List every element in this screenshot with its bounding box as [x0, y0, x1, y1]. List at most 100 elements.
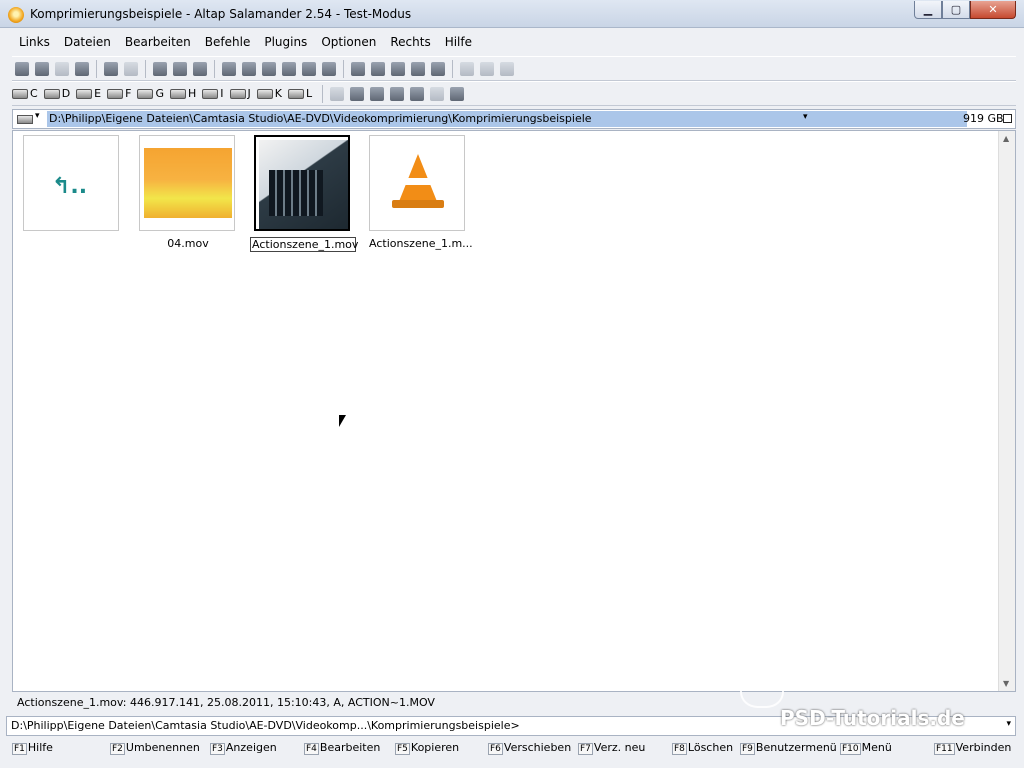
vlc-cone-base	[392, 200, 444, 208]
disconnect-icon[interactable]	[450, 86, 465, 101]
drive-j[interactable]: J	[229, 87, 251, 100]
file-item[interactable]: Actionszene_1.m...	[369, 135, 473, 250]
find-icon[interactable]	[351, 61, 365, 76]
fkey-f7[interactable]: F7 Verz. neu	[578, 741, 646, 755]
back-icon[interactable]	[35, 61, 49, 76]
video-thumbnail[interactable]	[139, 135, 235, 231]
up-dir-icon: ↰..	[52, 174, 88, 199]
view-mode-icon[interactable]	[431, 61, 445, 76]
drive-dropdown-icon[interactable]: ▾	[35, 111, 40, 121]
cut-icon[interactable]	[153, 61, 167, 76]
unpack-icon[interactable]	[242, 61, 256, 76]
download-icon[interactable]	[391, 61, 405, 76]
command-line-text: D:\Philipp\Eigene Dateien\Camtasia Studi…	[11, 719, 520, 732]
command-history-arrow-icon[interactable]: ▾	[1006, 719, 1011, 729]
file-panel[interactable]: ↰.. 04.mov Actionszene_1.mov Actionszene…	[12, 130, 1016, 692]
drive-icon	[43, 88, 60, 99]
fkey-f6[interactable]: F6 Verschieben	[488, 741, 571, 755]
fkey-label: Verz. neu	[593, 741, 646, 754]
vertical-scrollbar[interactable]: ▲ ▼	[998, 131, 1015, 691]
scroll-down-icon[interactable]: ▼	[1003, 679, 1009, 688]
file-item-up-dir[interactable]: ↰..	[23, 135, 121, 237]
drive-c[interactable]: C	[12, 87, 38, 100]
minimize-button[interactable]: ▁	[914, 1, 942, 19]
book-icon[interactable]	[460, 61, 474, 76]
documents-icon[interactable]	[330, 86, 345, 101]
maximize-icon: ▢	[950, 3, 962, 16]
command-prompt-icon[interactable]	[411, 61, 425, 76]
drive-d[interactable]: D	[43, 87, 70, 100]
sync-icon[interactable]	[302, 61, 316, 76]
panel-zoom-icon[interactable]	[1003, 114, 1012, 123]
drive-e[interactable]: E	[76, 87, 101, 100]
recycle-bin-icon[interactable]	[500, 61, 514, 76]
hot-paths-icon[interactable]	[75, 61, 89, 76]
toolbar-separator	[452, 59, 453, 78]
fkey-f11[interactable]: F11 Verbinden	[934, 741, 1011, 755]
network-drive-icon[interactable]	[370, 86, 385, 101]
drive-h[interactable]: H	[169, 87, 196, 100]
fkey-code: F5	[395, 743, 410, 755]
fkey-code: F10	[840, 743, 861, 755]
menu-rechts[interactable]: Rechts	[383, 33, 437, 53]
file-name: Actionszene_1.m...	[369, 237, 473, 250]
fkey-f3[interactable]: F3 Anzeigen	[210, 741, 277, 755]
properties-icon[interactable]	[262, 61, 276, 76]
minimize-icon: ▁	[923, 3, 933, 16]
monitor-icon[interactable]	[480, 61, 494, 76]
watermark: PSD-Tutorials.de	[780, 706, 965, 730]
parent-dir-icon[interactable]	[15, 61, 29, 76]
pack-icon[interactable]	[222, 61, 236, 76]
drive-icon[interactable]	[17, 115, 33, 124]
clipboard-icon[interactable]	[430, 86, 445, 101]
drive-icon	[169, 88, 186, 99]
fkey-f5[interactable]: F5 Kopieren	[395, 741, 459, 755]
menu-optionen[interactable]: Optionen	[314, 33, 383, 53]
current-path[interactable]: D:\Philipp\Eigene Dateien\Camtasia Studi…	[47, 111, 967, 127]
toolbar-separator	[145, 59, 146, 78]
filter-icon[interactable]	[104, 61, 118, 76]
butterfly-logo-icon	[740, 668, 784, 708]
menu-links[interactable]: Links	[12, 33, 57, 53]
file-item[interactable]: 04.mov	[139, 135, 237, 250]
fkey-f1[interactable]: F1 Hilfe	[12, 741, 53, 755]
plugin-fs-icon[interactable]	[390, 86, 405, 101]
menu-dateien[interactable]: Dateien	[57, 33, 118, 53]
network-icon[interactable]	[371, 61, 385, 76]
drive-f[interactable]: F	[107, 87, 131, 100]
salamander-app-icon[interactable]	[8, 7, 24, 23]
menu-bearbeiten[interactable]: Bearbeiten	[118, 33, 198, 53]
drive-g[interactable]: G	[137, 87, 164, 100]
menu-plugins[interactable]: Plugins	[257, 33, 314, 53]
free-space: 919 GB	[963, 112, 1004, 125]
fkey-code: F8	[672, 743, 687, 755]
forward-icon[interactable]	[55, 61, 69, 76]
compare-icon[interactable]	[282, 61, 296, 76]
change-attributes-icon[interactable]	[322, 61, 336, 76]
file-item-selected[interactable]: Actionszene_1.mov	[250, 135, 358, 252]
paste-icon[interactable]	[193, 61, 207, 76]
vlc-thumbnail[interactable]	[369, 135, 465, 231]
fkey-f9[interactable]: F9 Benutzermenü	[740, 741, 837, 755]
menu-befehle[interactable]: Befehle	[198, 33, 258, 53]
path-history-arrow-icon[interactable]: ▾	[803, 112, 808, 122]
scroll-up-icon[interactable]: ▲	[1003, 134, 1009, 143]
drive-letter: K	[274, 87, 282, 100]
copy-icon[interactable]	[173, 61, 187, 76]
close-button[interactable]: ✕	[970, 1, 1016, 19]
clear-filter-icon[interactable]	[124, 61, 138, 76]
fkey-f10[interactable]: F10 Menü	[840, 741, 892, 755]
video-thumbnail[interactable]	[254, 135, 350, 231]
ftp-icon[interactable]	[350, 86, 365, 101]
file-name: 04.mov	[167, 237, 209, 250]
drive-k[interactable]: K	[256, 87, 282, 100]
drive-l[interactable]: L	[287, 87, 312, 100]
menu-hilfe[interactable]: Hilfe	[438, 33, 479, 53]
fkey-f8[interactable]: F8 Löschen	[672, 741, 733, 755]
fkey-f4[interactable]: F4 Bearbeiten	[304, 741, 380, 755]
drive-i[interactable]: I	[202, 87, 224, 100]
maximize-button[interactable]: ▢	[942, 1, 970, 19]
tools-icon[interactable]	[410, 86, 425, 101]
fkey-f2[interactable]: F2 Umbenennen	[110, 741, 200, 755]
up-dir-thumbnail[interactable]: ↰..	[23, 135, 119, 231]
